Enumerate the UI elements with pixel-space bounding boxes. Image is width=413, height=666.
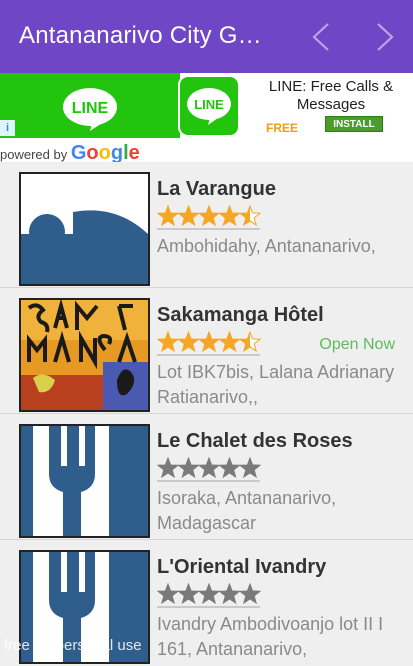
ad-image[interactable]: LINE	[0, 73, 180, 138]
star-icon	[156, 456, 180, 479]
ad-info-icon[interactable]: i	[0, 120, 15, 136]
line-logo-icon: LINE	[63, 88, 117, 131]
fork-icon	[21, 426, 148, 536]
list-item[interactable]: Le Chalet des Roses Isoraka, Antananariv…	[0, 414, 413, 540]
star-fill	[199, 206, 219, 225]
line-app-icon: LINE	[187, 88, 231, 125]
list-item[interactable]: Sakamanga Hôtel Open Now Lot IBK7bis, La…	[0, 288, 413, 414]
star-icon	[218, 582, 241, 605]
back-button[interactable]	[306, 20, 336, 54]
rating-stars[interactable]	[156, 330, 262, 353]
rating-stars[interactable]	[156, 456, 262, 479]
place-thumbnail	[19, 424, 150, 538]
star-icon	[218, 456, 241, 479]
rating-stars[interactable]	[156, 582, 262, 605]
forward-button[interactable]	[370, 20, 400, 54]
star-fill	[219, 206, 240, 225]
rating-underline	[157, 228, 260, 230]
place-thumbnail	[19, 298, 150, 412]
chevron-right-icon	[377, 23, 394, 51]
place-thumbnail	[19, 172, 150, 286]
rating-stars[interactable]	[156, 204, 262, 227]
star-fill	[178, 332, 199, 351]
place-name: La Varangue	[157, 178, 276, 200]
generic-photo-icon	[21, 174, 148, 284]
place-address: Ambohidahy, Antananarivo,	[157, 236, 376, 256]
rating-stars-icon	[156, 204, 262, 227]
star-fill	[158, 206, 178, 225]
star-fill	[178, 206, 199, 225]
star-fill	[199, 332, 219, 351]
star-icon	[238, 456, 262, 479]
rating-stars-icon	[156, 456, 262, 479]
ad-price: FREE	[266, 121, 299, 135]
sakamanga-logo	[21, 300, 148, 410]
app-title: Antananarivo City G…	[19, 22, 262, 49]
rating-stars-icon	[156, 330, 262, 353]
place-address: Isoraka, Antananarivo, Madagascar	[157, 488, 337, 533]
place-name: Le Chalet des Roses	[157, 430, 353, 452]
place-name: Sakamanga Hôtel	[157, 304, 324, 326]
place-address: Ivandry Ambodivoanjo lot II I 161, Antan…	[157, 614, 384, 659]
svg-text:LINE: LINE	[72, 100, 109, 117]
star-icon	[177, 456, 200, 479]
rating-underline	[157, 606, 260, 608]
ad-app-icon[interactable]: LINE	[178, 75, 240, 137]
google-logo: Google	[70, 142, 140, 164]
star-fill	[158, 332, 178, 351]
star-fill	[219, 332, 240, 351]
svg-text:LINE: LINE	[194, 97, 224, 112]
app-bar: Antananarivo City G…	[0, 0, 413, 73]
rating-underline	[157, 354, 260, 356]
star-icon	[156, 582, 180, 605]
ad-banner[interactable]: LINE LINE LINE: Free Calls & Messages FR…	[0, 73, 413, 164]
chevron-left-icon	[312, 23, 329, 51]
rating-underline	[157, 480, 260, 482]
watermark: free for personal use	[4, 637, 142, 654]
star-icon	[177, 582, 200, 605]
place-name: L'Oriental Ivandry	[157, 556, 327, 578]
powered-by-label: powered by	[0, 147, 68, 162]
ad-title[interactable]: LINE: Free Calls & Messages	[256, 78, 406, 114]
rating-stars-icon	[156, 582, 262, 605]
star-icon	[238, 582, 262, 605]
open-status: Open Now	[319, 336, 395, 353]
star-icon	[197, 582, 221, 605]
place-address: Lot IBK7bis, Lalana Adrianary Ratianariv…	[157, 362, 395, 407]
star-icon	[197, 456, 221, 479]
ad-install-button[interactable]: INSTALL	[325, 116, 383, 132]
list-item[interactable]: La Varangue Ambohidahy, Antananarivo,	[0, 162, 413, 288]
